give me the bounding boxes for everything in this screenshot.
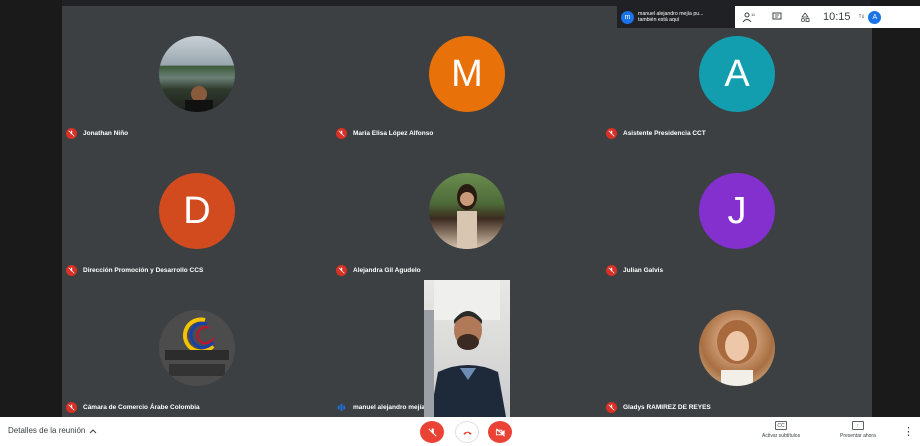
mic-off-icon [606, 265, 617, 276]
mic-off-icon [336, 265, 347, 276]
present-label: Presentar ahora [840, 433, 876, 439]
participant-label: Jonathan Niño [66, 128, 128, 139]
participant-name: Alejandra Gil Agudelo [353, 267, 421, 274]
activities-button[interactable] [791, 6, 819, 28]
participant-tile[interactable]: Jonathan Niño [62, 6, 332, 143]
person-video-icon [424, 280, 506, 417]
captions-icon: CC [775, 421, 788, 430]
notification-line2: también está aquí [638, 17, 680, 23]
camera-off-icon [495, 427, 505, 437]
camera-toggle-button[interactable] [488, 421, 512, 443]
person-photo-icon [717, 320, 757, 386]
video-grid: Jonathan Niño M María Elisa López Alfons… [0, 0, 920, 417]
organization-logo [159, 310, 235, 386]
person-photo-icon [457, 184, 477, 249]
participant-avatar: A [699, 36, 775, 112]
participant-avatar: J [699, 173, 775, 249]
chevron-up-icon [90, 428, 97, 433]
notification-line1: manuel alejandro mejía pu... [638, 10, 704, 17]
right-gutter [870, 0, 920, 417]
participant-photo [699, 310, 775, 386]
participant-avatar: D [159, 173, 235, 249]
meeting-details-button[interactable]: Detalles de la reunión [8, 426, 97, 435]
participant-label: Julian Galvis [606, 265, 663, 276]
participant-avatar: M [429, 36, 505, 112]
top-toolbar: m manuel alejandro mejía pu... también e… [617, 6, 920, 28]
participant-tile[interactable]: D Dirección Promoción y Desarrollo CCS [62, 143, 332, 280]
people-icon: 11 [742, 12, 756, 23]
participant-photo [159, 36, 235, 112]
chamber-logo-icon [165, 317, 229, 376]
user-avatar[interactable]: A [868, 10, 882, 24]
participant-tile[interactable]: Cámara de Comercio Árabe Colombia [62, 280, 332, 417]
clock: 10:15 [823, 11, 851, 23]
mic-off-icon [66, 265, 77, 276]
chat-button[interactable] [763, 6, 791, 28]
participant-label: María Elisa López Alfonso [336, 128, 433, 139]
participant-name: María Elisa López Alfonso [353, 130, 434, 137]
participant-name: Dirección Promoción y Desarrollo CCS [83, 267, 204, 274]
mic-off-icon [427, 427, 437, 437]
mic-off-icon [606, 128, 617, 139]
participant-name: Gladys RAMIREZ DE REYES [623, 404, 711, 411]
mic-off-icon [66, 402, 77, 413]
participant-label: Dirección Promoción y Desarrollo CCS [66, 265, 203, 276]
participant-count: 11 [751, 12, 756, 17]
self-video-feed [424, 280, 510, 417]
you-label: Tú [858, 14, 865, 20]
participant-tile[interactable]: Gladys RAMIREZ DE REYES [602, 280, 872, 417]
left-gutter [0, 0, 62, 417]
speaking-icon [336, 402, 347, 413]
present-now-button[interactable]: ↑ Presentar ahora [840, 421, 876, 439]
mic-toggle-button[interactable] [420, 421, 444, 443]
participant-name: Asistente Presidencia CCT [623, 130, 706, 137]
notification-avatar: m [621, 10, 634, 24]
participant-tile[interactable]: J Julian Galvis [602, 143, 872, 280]
person-photo-icon [185, 86, 213, 112]
present-icon: ↑ [851, 421, 864, 430]
captions-label: Activar subtítulos [762, 433, 801, 439]
more-options-icon[interactable]: ⋮ [903, 425, 914, 438]
participants-button[interactable]: 11 [735, 6, 763, 28]
join-notification[interactable]: m manuel alejandro mejía pu... también e… [617, 6, 735, 28]
participant-name: Julian Galvis [623, 267, 664, 274]
participant-name: Jonathan Niño [83, 130, 129, 137]
participant-label: Asistente Presidencia CCT [606, 128, 706, 139]
participant-name: Cámara de Comercio Árabe Colombia [83, 404, 200, 411]
captions-button[interactable]: CC Activar subtítulos [762, 421, 800, 439]
meeting-details-label: Detalles de la reunión [8, 426, 86, 435]
mic-off-icon [606, 402, 617, 413]
hang-up-icon [462, 431, 472, 435]
participant-photo [429, 173, 505, 249]
notification-text: manuel alejandro mejía pu... también est… [638, 11, 703, 24]
participant-tile[interactable]: Alejandra Gil Agudelo [332, 143, 602, 280]
mic-off-icon [66, 128, 77, 139]
participant-label: Cámara de Comercio Árabe Colombia [66, 402, 200, 413]
shapes-icon [801, 12, 810, 22]
bottom-controls: Detalles de la reunión CC Activar subtít… [0, 417, 920, 446]
mic-off-icon [336, 128, 347, 139]
participant-label: Alejandra Gil Agudelo [336, 265, 421, 276]
leave-call-button[interactable] [455, 421, 479, 443]
participant-label: Gladys RAMIREZ DE REYES [606, 402, 711, 413]
participant-tile[interactable]: M María Elisa López Alfonso [332, 6, 602, 143]
chat-icon [772, 12, 782, 20]
